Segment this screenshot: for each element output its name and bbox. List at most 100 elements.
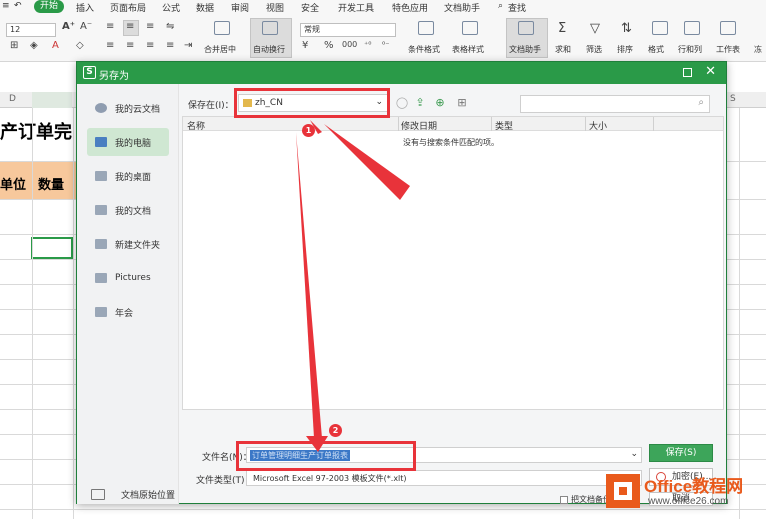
original-location-button[interactable]: 文档原始位置 bbox=[91, 488, 175, 501]
doc-helper-icon[interactable] bbox=[518, 21, 534, 35]
save-button[interactable]: 保存(S) bbox=[649, 444, 713, 462]
tab-insert[interactable]: 插入 bbox=[76, 1, 94, 14]
clear-icon[interactable]: ◇ bbox=[76, 40, 84, 51]
column-modified[interactable]: 修改日期 bbox=[401, 119, 437, 132]
conditional-format-icon[interactable] bbox=[418, 21, 434, 35]
back-icon[interactable]: ◯ bbox=[394, 95, 410, 111]
watermark-brand: Office教程网 bbox=[644, 477, 744, 496]
conditional-format-button[interactable]: 条件格式 bbox=[408, 44, 440, 55]
sidebar-item-desktop[interactable]: 我的桌面 bbox=[87, 162, 169, 190]
filetype-select[interactable]: Microsoft Excel 97-2003 模板文件(*.xlt) ⌄ bbox=[246, 470, 642, 486]
shrink-font-icon[interactable]: A⁻ bbox=[80, 21, 92, 32]
tab-security[interactable]: 安全 bbox=[301, 1, 319, 14]
column-letter-d: D bbox=[9, 94, 16, 104]
tab-view[interactable]: 视图 bbox=[266, 1, 284, 14]
align-middle-icon[interactable]: ≡ bbox=[126, 21, 134, 32]
table-style-icon[interactable] bbox=[462, 21, 478, 35]
desktop-icon bbox=[95, 171, 107, 181]
align-top-icon[interactable]: ≡ bbox=[106, 21, 114, 32]
column-type[interactable]: 类型 bbox=[495, 119, 513, 132]
tab-features[interactable]: 特色应用 bbox=[392, 1, 428, 14]
column-letter-s: S bbox=[730, 94, 736, 104]
grow-font-icon[interactable]: A⁺ bbox=[62, 21, 75, 32]
tab-review[interactable]: 审阅 bbox=[231, 1, 249, 14]
cloud-icon bbox=[95, 103, 107, 113]
sidebar-item-annual-party[interactable]: 年会 bbox=[87, 298, 169, 326]
annotation-badge-1: 1 bbox=[302, 124, 315, 137]
up-folder-icon[interactable]: ⇪ bbox=[412, 95, 428, 111]
file-list[interactable]: 名称 修改日期 类型 大小 没有与搜索条件匹配的项。 bbox=[182, 116, 724, 410]
dialog-titlebar[interactable]: S 另存为 ✕ bbox=[77, 62, 726, 84]
align-bottom-icon[interactable]: ≡ bbox=[146, 21, 154, 32]
increase-decimal-icon[interactable]: ⁺⁰ bbox=[364, 40, 371, 49]
wrap-text-icon[interactable] bbox=[262, 21, 278, 35]
rows-cols-icon[interactable] bbox=[684, 21, 700, 35]
worksheet-button[interactable]: 工作表 bbox=[716, 44, 740, 55]
font-size-select[interactable]: 12 bbox=[6, 23, 56, 37]
menu-icon[interactable]: ≡ bbox=[2, 1, 10, 11]
annotation-badge-2: 2 bbox=[329, 424, 342, 437]
column-size[interactable]: 大小 bbox=[589, 119, 607, 132]
tab-developer[interactable]: 开发工具 bbox=[338, 1, 374, 14]
view-mode-icon[interactable]: ⊞ bbox=[454, 95, 470, 111]
tab-data[interactable]: 数据 bbox=[196, 1, 214, 14]
dialog-title: 另存为 bbox=[99, 71, 129, 82]
justify-icon[interactable]: ≡ bbox=[166, 40, 174, 51]
tab-home[interactable]: 开始 bbox=[34, 0, 65, 13]
sidebar-item-new-folder[interactable]: 新建文件夹 bbox=[87, 230, 169, 258]
orientation-icon[interactable]: ⇋ bbox=[166, 21, 174, 32]
new-folder-icon[interactable]: ⊕ bbox=[432, 95, 448, 111]
location-sidebar: 我的云文档 我的电脑 我的桌面 我的文档 新建文件夹 Pictures 年会 文… bbox=[77, 84, 179, 504]
decrease-decimal-icon[interactable]: ⁰⁻ bbox=[382, 40, 389, 49]
number-format-select[interactable]: 常规 bbox=[300, 23, 396, 37]
header-cell-qty: 数量 bbox=[38, 178, 65, 193]
thousands-icon[interactable]: 000 bbox=[342, 40, 357, 49]
tab-formula[interactable]: 公式 bbox=[162, 1, 180, 14]
sidebar-item-documents[interactable]: 我的文档 bbox=[87, 196, 169, 224]
close-icon[interactable]: ✕ bbox=[705, 64, 716, 80]
rows-cols-button[interactable]: 行和列 bbox=[678, 44, 702, 55]
filter-icon[interactable]: ▽ bbox=[590, 21, 600, 36]
indent-icon[interactable]: ⇥ bbox=[184, 40, 192, 51]
sum-icon[interactable]: Σ bbox=[558, 21, 566, 36]
active-cell[interactable] bbox=[31, 237, 73, 259]
undo-icon[interactable]: ↶ bbox=[14, 1, 22, 11]
merge-center-button[interactable]: 合并居中 bbox=[204, 44, 236, 55]
tab-doc-helper[interactable]: 文档助手 bbox=[444, 1, 480, 14]
sort-button[interactable]: 排序 bbox=[617, 44, 633, 55]
currency-icon[interactable]: ¥ bbox=[302, 40, 308, 51]
percent-icon[interactable]: % bbox=[324, 40, 334, 51]
doc-helper-button[interactable]: 文档助手 bbox=[509, 44, 541, 55]
sort-icon[interactable]: ⇅ bbox=[621, 21, 632, 36]
filetype-label: 文件类型(T)： bbox=[196, 476, 254, 486]
wps-logo-icon: S bbox=[83, 66, 96, 79]
format-button[interactable]: 格式 bbox=[648, 44, 664, 55]
worksheet-icon[interactable] bbox=[720, 21, 736, 35]
chevron-down-icon[interactable]: ⌄ bbox=[630, 449, 638, 459]
sum-button[interactable]: 求和 bbox=[555, 44, 571, 55]
folder-icon bbox=[95, 239, 107, 249]
merge-center-icon[interactable] bbox=[214, 21, 230, 35]
computer-icon bbox=[95, 137, 107, 147]
align-left-icon[interactable]: ≡ bbox=[106, 40, 114, 51]
sidebar-item-pictures[interactable]: Pictures bbox=[87, 264, 169, 292]
wrap-text-button[interactable]: 自动换行 bbox=[253, 44, 285, 55]
align-right-icon[interactable]: ≡ bbox=[146, 40, 154, 51]
align-center-icon[interactable]: ≡ bbox=[126, 40, 134, 51]
border-icon[interactable]: ⊞ bbox=[10, 40, 18, 51]
table-style-button[interactable]: 表格样式 bbox=[452, 44, 484, 55]
search-input[interactable]: ⌕ bbox=[520, 95, 710, 113]
tab-page-layout[interactable]: 页面布局 bbox=[110, 1, 146, 14]
format-icon[interactable] bbox=[652, 21, 668, 35]
tab-find[interactable]: 查找 bbox=[508, 1, 526, 14]
fill-color-icon[interactable]: ◈ bbox=[30, 40, 38, 51]
folder-icon bbox=[95, 273, 107, 283]
freeze-button[interactable]: 冻 bbox=[754, 44, 762, 55]
sidebar-item-computer[interactable]: 我的电脑 bbox=[87, 128, 169, 156]
sidebar-item-cloud[interactable]: 我的云文档 bbox=[87, 94, 169, 122]
maximize-icon[interactable] bbox=[683, 68, 692, 77]
filter-button[interactable]: 筛选 bbox=[586, 44, 602, 55]
column-name[interactable]: 名称 bbox=[187, 119, 205, 132]
search-icon[interactable]: ⌕ bbox=[498, 1, 503, 11]
font-color-icon[interactable]: A bbox=[52, 40, 59, 51]
